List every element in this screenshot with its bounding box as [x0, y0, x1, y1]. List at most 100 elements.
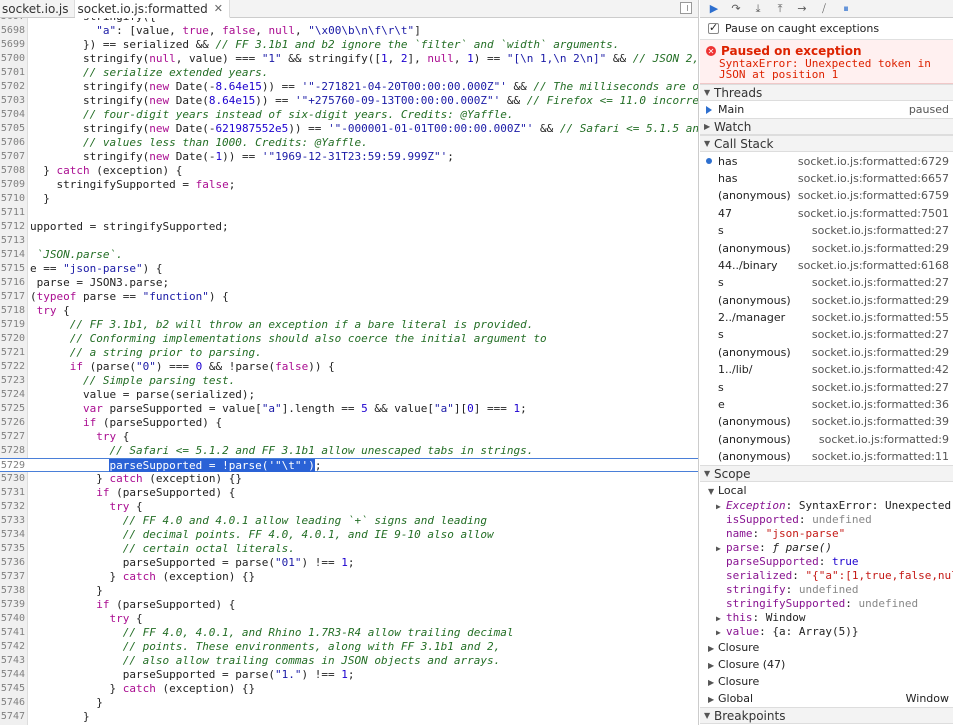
code-line[interactable]: 5722 if (parse("0") === 0 && !parse(fals…: [0, 360, 698, 374]
line-number[interactable]: 5705: [0, 122, 25, 136]
pause-on-caught-checkbox[interactable]: [708, 21, 719, 34]
scope-variable[interactable]: parseSupported: true: [700, 555, 953, 569]
close-icon[interactable]: ✕: [214, 2, 223, 15]
code-line[interactable]: 5715 e == "json-parse") {: [0, 262, 698, 276]
code-line[interactable]: 5727 try {: [0, 430, 698, 444]
line-number[interactable]: 5747: [0, 710, 25, 724]
line-number[interactable]: 5741: [0, 626, 25, 640]
line-number[interactable]: 5743: [0, 654, 25, 668]
frame-location[interactable]: socket.io.js:formatted:27: [812, 276, 949, 289]
line-number[interactable]: 5726: [0, 416, 25, 430]
code-line[interactable]: 5741 // FF 4.0, 4.0.1, and Rhino 1.7R3-R…: [0, 626, 698, 640]
line-number[interactable]: 5700: [0, 52, 25, 66]
line-number[interactable]: 5733: [0, 514, 25, 528]
line-number[interactable]: 5724: [0, 388, 25, 402]
pause-on-exceptions-icon[interactable]: ⏸: [840, 2, 852, 15]
code-line[interactable]: 5740 try {: [0, 612, 698, 626]
scope-variable[interactable]: stringify: undefined: [700, 583, 953, 597]
frame-location[interactable]: socket.io.js:formatted:29: [812, 294, 949, 307]
breakpoints-section-header[interactable]: ▼ Breakpoints: [700, 707, 953, 725]
scope-local-header[interactable]: ▼ Local: [700, 482, 953, 499]
call-stack-section-header[interactable]: ▼ Call Stack: [700, 135, 953, 153]
code-line[interactable]: 5747 }: [0, 710, 698, 724]
line-number[interactable]: 5732: [0, 500, 25, 514]
line-number[interactable]: 5703: [0, 94, 25, 108]
collapsed-triangle-icon[interactable]: ▶: [716, 500, 726, 514]
frame-location[interactable]: socket.io.js:formatted:36: [812, 398, 949, 411]
code-line[interactable]: 5734 // decimal points. FF 4.0, 4.0.1, a…: [0, 528, 698, 542]
frame-location[interactable]: socket.io.js:formatted:6168: [798, 259, 949, 272]
scope-group[interactable]: ▶ Closure: [700, 639, 953, 656]
call-frame[interactable]: (anonymous) socket.io.js:formatted:11: [700, 448, 953, 465]
line-number[interactable]: 5702: [0, 80, 25, 94]
code-line[interactable]: 5702 stringify(new Date(-8.64e15)) == '"…: [0, 80, 698, 94]
code-line[interactable]: 5711: [0, 206, 698, 220]
scope-group[interactable]: ▶ Closure (47): [700, 656, 953, 673]
code-line[interactable]: 5701 // serialize extended years.: [0, 66, 698, 80]
call-frame[interactable]: (anonymous) socket.io.js:formatted:9: [700, 431, 953, 448]
code-line[interactable]: 5721 // a string prior to parsing.: [0, 346, 698, 360]
line-number[interactable]: 5716: [0, 276, 25, 290]
call-frame[interactable]: 44../binary socket.io.js:formatted:6168: [700, 257, 953, 274]
code-line[interactable]: 5700 stringify(null, value) === "1" && s…: [0, 52, 698, 66]
call-frame[interactable]: 1../lib/socket.io.js:formatted:42: [700, 361, 953, 378]
line-number[interactable]: 5729: [0, 459, 25, 473]
call-frame[interactable]: has socket.io.js:formatted:6657: [700, 170, 953, 187]
frame-location[interactable]: socket.io.js:formatted:55: [812, 311, 949, 324]
step-out-icon[interactable]: ⤒: [774, 2, 786, 15]
line-number[interactable]: 5712: [0, 220, 25, 234]
line-number[interactable]: 5706: [0, 136, 25, 150]
scope-group[interactable]: ▶ Closure: [700, 673, 953, 690]
line-number[interactable]: 5740: [0, 612, 25, 626]
code-line[interactable]: 5707 stringify(new Date(-1)) == '"1969-1…: [0, 150, 698, 164]
code-line[interactable]: 5746 }: [0, 696, 698, 710]
code-line[interactable]: 5699 }) == serialized && // FF 3.1b1 and…: [0, 38, 698, 52]
line-number[interactable]: 5704: [0, 108, 25, 122]
call-frame[interactable]: s socket.io.js:formatted:27: [700, 274, 953, 291]
call-frame[interactable]: s socket.io.js:formatted:27: [700, 222, 953, 239]
call-frame[interactable]: (anonymous) socket.io.js:formatted:29: [700, 239, 953, 256]
line-number[interactable]: 5730: [0, 472, 25, 486]
call-frame[interactable]: e socket.io.js:formatted:36: [700, 396, 953, 413]
scope-variable[interactable]: isSupported: undefined: [700, 513, 953, 527]
code-line[interactable]: 5717 (typeof parse == "function") {: [0, 290, 698, 304]
code-line[interactable]: 5703 stringify(new Date(8.64e15)) == '"+…: [0, 94, 698, 108]
code-line[interactable]: 5745 } catch (exception) {}: [0, 682, 698, 696]
code-line[interactable]: 5736 parseSupported = parse("01") !== 1;: [0, 556, 698, 570]
code-line[interactable]: 5714 `JSON.parse`.: [0, 248, 698, 262]
line-number[interactable]: 5742: [0, 640, 25, 654]
code-line[interactable]: 5733 // FF 4.0 and 4.0.1 allow leading `…: [0, 514, 698, 528]
call-frame[interactable]: (anonymous) socket.io.js:formatted:29: [700, 344, 953, 361]
code-line[interactable]: 5743 // also allow trailing commas in JS…: [0, 654, 698, 668]
scope-variable[interactable]: name: "json-parse": [700, 527, 953, 541]
code-line[interactable]: 5710 }: [0, 192, 698, 206]
scope-variable[interactable]: ▶ this: Window: [700, 611, 953, 625]
call-frame[interactable]: (anonymous) socket.io.js:formatted:6759: [700, 187, 953, 204]
code-line[interactable]: 5725 var parseSupported = value["a"].len…: [0, 402, 698, 416]
line-number[interactable]: 5701: [0, 66, 25, 80]
code-line[interactable]: 5724 value = parse(serialized);: [0, 388, 698, 402]
scope-group[interactable]: ▶ Global Window: [700, 690, 953, 707]
code-line[interactable]: 5719 // FF 3.1b1, b2 will throw an excep…: [0, 318, 698, 332]
line-number[interactable]: 5720: [0, 332, 25, 346]
line-number[interactable]: 5734: [0, 528, 25, 542]
frame-location[interactable]: socket.io.js:formatted:27: [812, 224, 949, 237]
line-number[interactable]: 5725: [0, 402, 25, 416]
deactivate-breakpoints-icon[interactable]: ⧸: [818, 2, 830, 15]
code-line[interactable]: 5716 parse = JSON3.parse;: [0, 276, 698, 290]
frame-location[interactable]: socket.io.js:formatted:6729: [798, 155, 949, 168]
line-number[interactable]: 5728: [0, 444, 25, 458]
line-number[interactable]: 5738: [0, 584, 25, 598]
code-line[interactable]: 5739 if (parseSupported) {: [0, 598, 698, 612]
code-line-current[interactable]: 5729 parseSupported = !parse('"\t"');: [0, 458, 698, 473]
call-frame[interactable]: has socket.io.js:formatted:6729: [700, 152, 953, 169]
collapsed-triangle-icon[interactable]: ▶: [716, 542, 726, 556]
call-frame[interactable]: 2../manager socket.io.js:formatted:55: [700, 309, 953, 326]
code-line[interactable]: 5735 // certain octal literals.: [0, 542, 698, 556]
scope-section-header[interactable]: ▼ Scope: [700, 465, 953, 483]
scope-variable[interactable]: ▶ Exception: SyntaxError: Unexpected: [700, 499, 953, 513]
frame-location[interactable]: socket.io.js:formatted:27: [812, 328, 949, 341]
line-number[interactable]: 5746: [0, 696, 25, 710]
line-number[interactable]: 5745: [0, 682, 25, 696]
line-number[interactable]: 5736: [0, 556, 25, 570]
